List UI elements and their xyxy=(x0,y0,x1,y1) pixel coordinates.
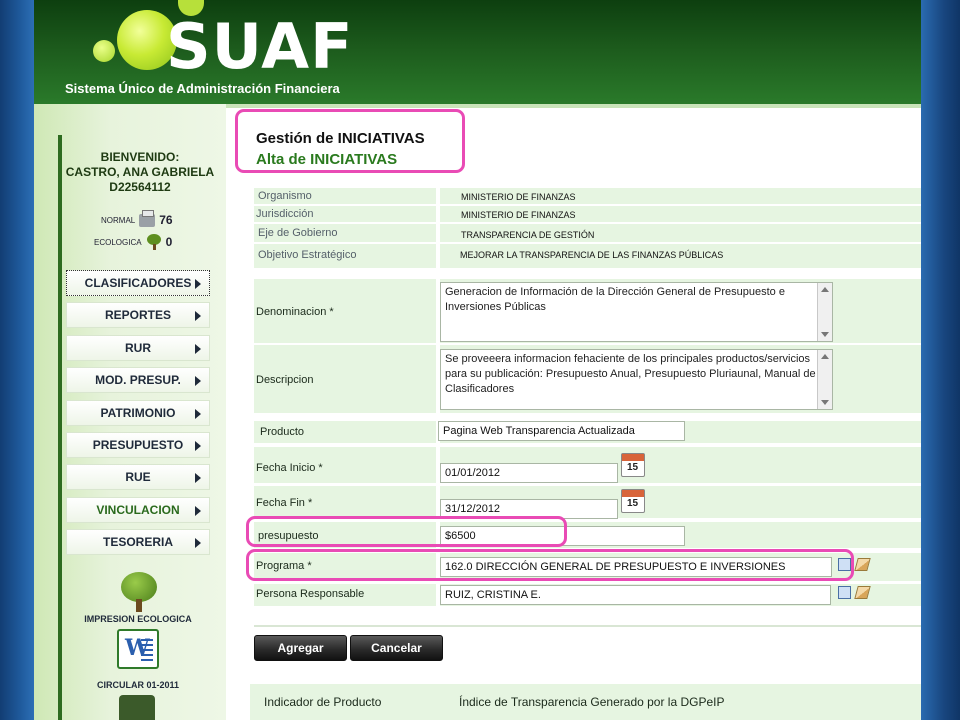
sidebar-item-mod-presup[interactable]: MOD. PRESUP. xyxy=(66,367,210,394)
sidebar-item-label: PRESUPUESTO xyxy=(92,437,184,452)
eje-label: Eje de Gobierno xyxy=(258,227,338,239)
jurisdiccion-label: Jurisdicción xyxy=(256,208,314,220)
indicador-value: Índice de Transparencia Generado por la … xyxy=(459,695,725,709)
eco-print-tree-icon[interactable] xyxy=(121,572,157,612)
book-icon[interactable] xyxy=(119,695,155,720)
indicador-label: Indicador de Producto xyxy=(264,695,382,709)
brand-logo: SUAF xyxy=(166,10,354,83)
tree-icon xyxy=(146,234,162,250)
sidebar-item-rue[interactable]: RUE xyxy=(66,464,210,491)
denominacion-textarea[interactable]: Generacion de Información de la Direcció… xyxy=(440,282,833,342)
desktop-right-edge xyxy=(921,0,960,720)
word-w-glyph: W xyxy=(125,635,150,661)
sidebar-item-clasificadores[interactable]: CLASIFICADORES xyxy=(66,270,210,296)
sidebar-item-label: RUE xyxy=(125,470,151,485)
jurisdiccion-value: MINISTERIO DE FINANZAS xyxy=(461,210,576,220)
chevron-right-icon xyxy=(195,505,201,516)
fecha-inicio-label: Fecha Inicio * xyxy=(256,462,323,474)
desktop-left-edge xyxy=(0,0,34,720)
sidebar-item-label: MOD. PRESUP. xyxy=(95,373,181,388)
sidebar-item-presupuesto[interactable]: PRESUPUESTO xyxy=(66,431,210,458)
sidebar-item-patrimonio[interactable]: PATRIMONIO xyxy=(66,399,210,426)
chevron-right-icon xyxy=(195,343,201,354)
responsable-label: Persona Responsable xyxy=(256,588,365,600)
highlight-presupuesto xyxy=(246,516,567,547)
highlight-programa xyxy=(246,549,854,581)
organismo-label: Organismo xyxy=(258,190,312,202)
chevron-right-icon xyxy=(195,538,201,549)
calendar-icon[interactable]: 15 xyxy=(621,453,645,477)
denominacion-scrollbar[interactable] xyxy=(817,283,832,341)
form-separator xyxy=(254,625,921,627)
welcome-block: BIENVENIDO: CASTRO, ANA GABRIELA D225641… xyxy=(58,150,222,195)
objetivo-label: Objetivo Estratégico xyxy=(258,249,357,261)
circular-label[interactable]: CIRCULAR 01-2011 xyxy=(58,680,218,690)
sidebar-item-label: VINCULACION xyxy=(96,502,180,517)
fecha-inicio-input[interactable]: 01/01/2012 xyxy=(440,463,618,483)
sidebar-item-label: RUR xyxy=(125,340,151,355)
sidebar-menu: CLASIFICADORES REPORTES RUR MOD. PRESUP.… xyxy=(66,270,210,562)
cancelar-button[interactable]: Cancelar xyxy=(350,635,443,661)
sidebar-divider xyxy=(58,135,62,720)
calendar-day: 15 xyxy=(627,462,639,473)
eje-value: TRANSPARENCIA DE GESTIÓN xyxy=(461,230,595,240)
sidebar-item-label: TESORERIA xyxy=(102,535,173,550)
organismo-value: MINISTERIO DE FINANZAS xyxy=(461,192,576,202)
chevron-right-icon xyxy=(195,440,201,451)
responsable-input[interactable]: RUIZ, CRISTINA E. xyxy=(440,585,831,605)
denominacion-label: Denominacion * xyxy=(256,306,334,318)
highlight-title xyxy=(235,109,465,173)
fecha-fin-label: Fecha Fin * xyxy=(256,497,313,509)
sidebar-item-vinculacion[interactable]: VINCULACION xyxy=(66,496,210,523)
search-doc-icon[interactable] xyxy=(838,586,851,599)
logo-dot-icon xyxy=(93,40,115,62)
welcome-label: BIENVENIDO: xyxy=(100,150,180,164)
descripcion-textarea[interactable]: Se proveeera informacion fehaciente de l… xyxy=(440,349,833,410)
brand-subtitle: Sistema Único de Administración Financie… xyxy=(65,81,340,96)
sidebar-item-label: CLASIFICADORES xyxy=(84,276,192,290)
descripcion-label: Descripcion xyxy=(256,374,314,386)
descripcion-scrollbar[interactable] xyxy=(817,350,832,409)
user-id: D22564112 xyxy=(109,180,171,194)
printer-icon xyxy=(139,209,156,227)
objetivo-value: MEJORAR LA TRANSPARENCIA DE LAS FINANZAS… xyxy=(460,250,724,260)
producto-label: Producto xyxy=(260,426,305,438)
calendar-icon[interactable]: 15 xyxy=(621,489,645,513)
sidebar-item-label: PATRIMONIO xyxy=(100,405,176,420)
chevron-right-icon xyxy=(195,376,201,387)
sidebar-item-label: REPORTES xyxy=(104,308,171,323)
eco-counter-value: 0 xyxy=(165,235,173,249)
normal-print-counter: NORMAL 76 xyxy=(101,209,173,227)
chevron-right-icon xyxy=(195,279,201,289)
word-document-icon[interactable]: W xyxy=(117,629,159,669)
normal-counter-label: NORMAL xyxy=(101,215,136,225)
chevron-right-icon xyxy=(195,408,201,419)
producto-input[interactable]: Pagina Web Transparencia Actualizada xyxy=(438,421,685,441)
sidebar-item-tesoreria[interactable]: TESORERIA xyxy=(66,529,210,556)
user-name: CASTRO, ANA GABRIELA xyxy=(65,165,215,179)
sidebar-item-rur[interactable]: RUR xyxy=(66,334,210,361)
eco-counter-label: ECOLOGICA xyxy=(94,237,142,247)
normal-counter-value: 76 xyxy=(159,213,173,227)
eco-print-label[interactable]: IMPRESION ECOLOGICA xyxy=(58,614,218,624)
chevron-right-icon xyxy=(195,311,201,322)
agregar-button[interactable]: Agregar xyxy=(254,635,347,661)
calendar-day: 15 xyxy=(627,498,639,509)
eco-print-counter: ECOLOGICA 0 xyxy=(94,234,172,250)
app-header: SUAF Sistema Único de Administración Fin… xyxy=(34,0,921,104)
chevron-right-icon xyxy=(195,473,201,484)
main-top-border xyxy=(226,104,921,108)
sidebar-item-reportes[interactable]: REPORTES xyxy=(66,302,210,329)
